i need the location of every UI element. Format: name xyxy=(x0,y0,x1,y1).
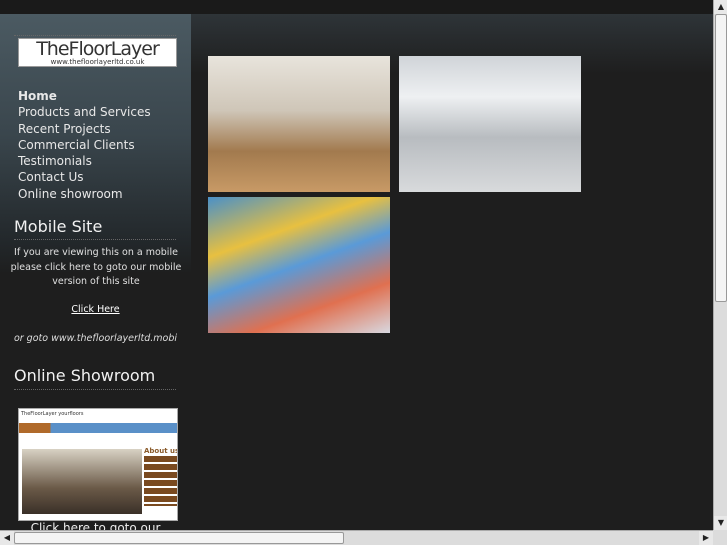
gallery-photo-living-room[interactable] xyxy=(208,56,390,192)
horizontal-scrollbar[interactable]: ◀ ▶ xyxy=(0,530,713,545)
nav-commercial-clients[interactable]: Commercial Clients xyxy=(18,137,151,153)
horizontal-scroll-thumb[interactable] xyxy=(14,532,344,544)
scrollbar-corner xyxy=(713,530,727,545)
logo-url: www.thefloorlayerltd.co.uk xyxy=(50,58,145,66)
showroom-image-nav xyxy=(19,423,177,433)
nav-testimonials[interactable]: Testimonials xyxy=(18,153,151,169)
showroom-screenshot-image[interactable]: TheFloorLayer yourfloors About us. xyxy=(18,408,178,521)
divider xyxy=(14,389,176,390)
vertical-scroll-thumb[interactable] xyxy=(715,14,727,302)
site-logo[interactable]: TheFloorLayer www.thefloorlayerltd.co.uk xyxy=(18,38,177,67)
gallery-photo-warehouse[interactable] xyxy=(399,56,581,192)
showroom-image-sidebar-links xyxy=(144,456,177,506)
nav-online-showroom[interactable]: Online showroom xyxy=(18,186,151,202)
scroll-left-arrow-icon[interactable]: ◀ xyxy=(0,531,14,545)
nav-contact-us[interactable]: Contact Us xyxy=(18,169,151,185)
divider xyxy=(14,239,176,240)
nav-home[interactable]: Home xyxy=(18,88,151,104)
top-bar xyxy=(0,0,713,14)
mobile-click-here-link[interactable]: Click Here xyxy=(0,304,191,315)
showroom-image-sidebar: About us. xyxy=(144,447,177,509)
mobile-url-text: or goto www.thefloorlayerltd.mobi xyxy=(13,333,178,344)
scroll-down-arrow-icon[interactable]: ▼ xyxy=(714,516,727,530)
showroom-image-about-heading: About us. xyxy=(144,447,177,455)
mobile-site-text: If you are viewing this on a mobile plea… xyxy=(10,247,182,287)
vertical-scrollbar[interactable]: ▲ ▼ xyxy=(713,0,727,530)
nav-products-services[interactable]: Products and Services xyxy=(18,104,151,120)
mobile-site-heading: Mobile Site xyxy=(14,217,103,236)
logo-title: TheFloorLayer xyxy=(36,38,160,60)
main-nav: Home Products and Services Recent Projec… xyxy=(18,88,151,202)
online-showroom-heading: Online Showroom xyxy=(14,366,156,385)
scroll-right-arrow-icon[interactable]: ▶ xyxy=(699,531,713,545)
gallery-photo-play-area[interactable] xyxy=(208,197,390,333)
nav-recent-projects[interactable]: Recent Projects xyxy=(18,121,151,137)
divider xyxy=(14,35,176,36)
showroom-image-photo xyxy=(22,449,142,514)
scroll-up-arrow-icon[interactable]: ▲ xyxy=(714,0,727,14)
showroom-image-header: TheFloorLayer yourfloors xyxy=(19,409,177,423)
